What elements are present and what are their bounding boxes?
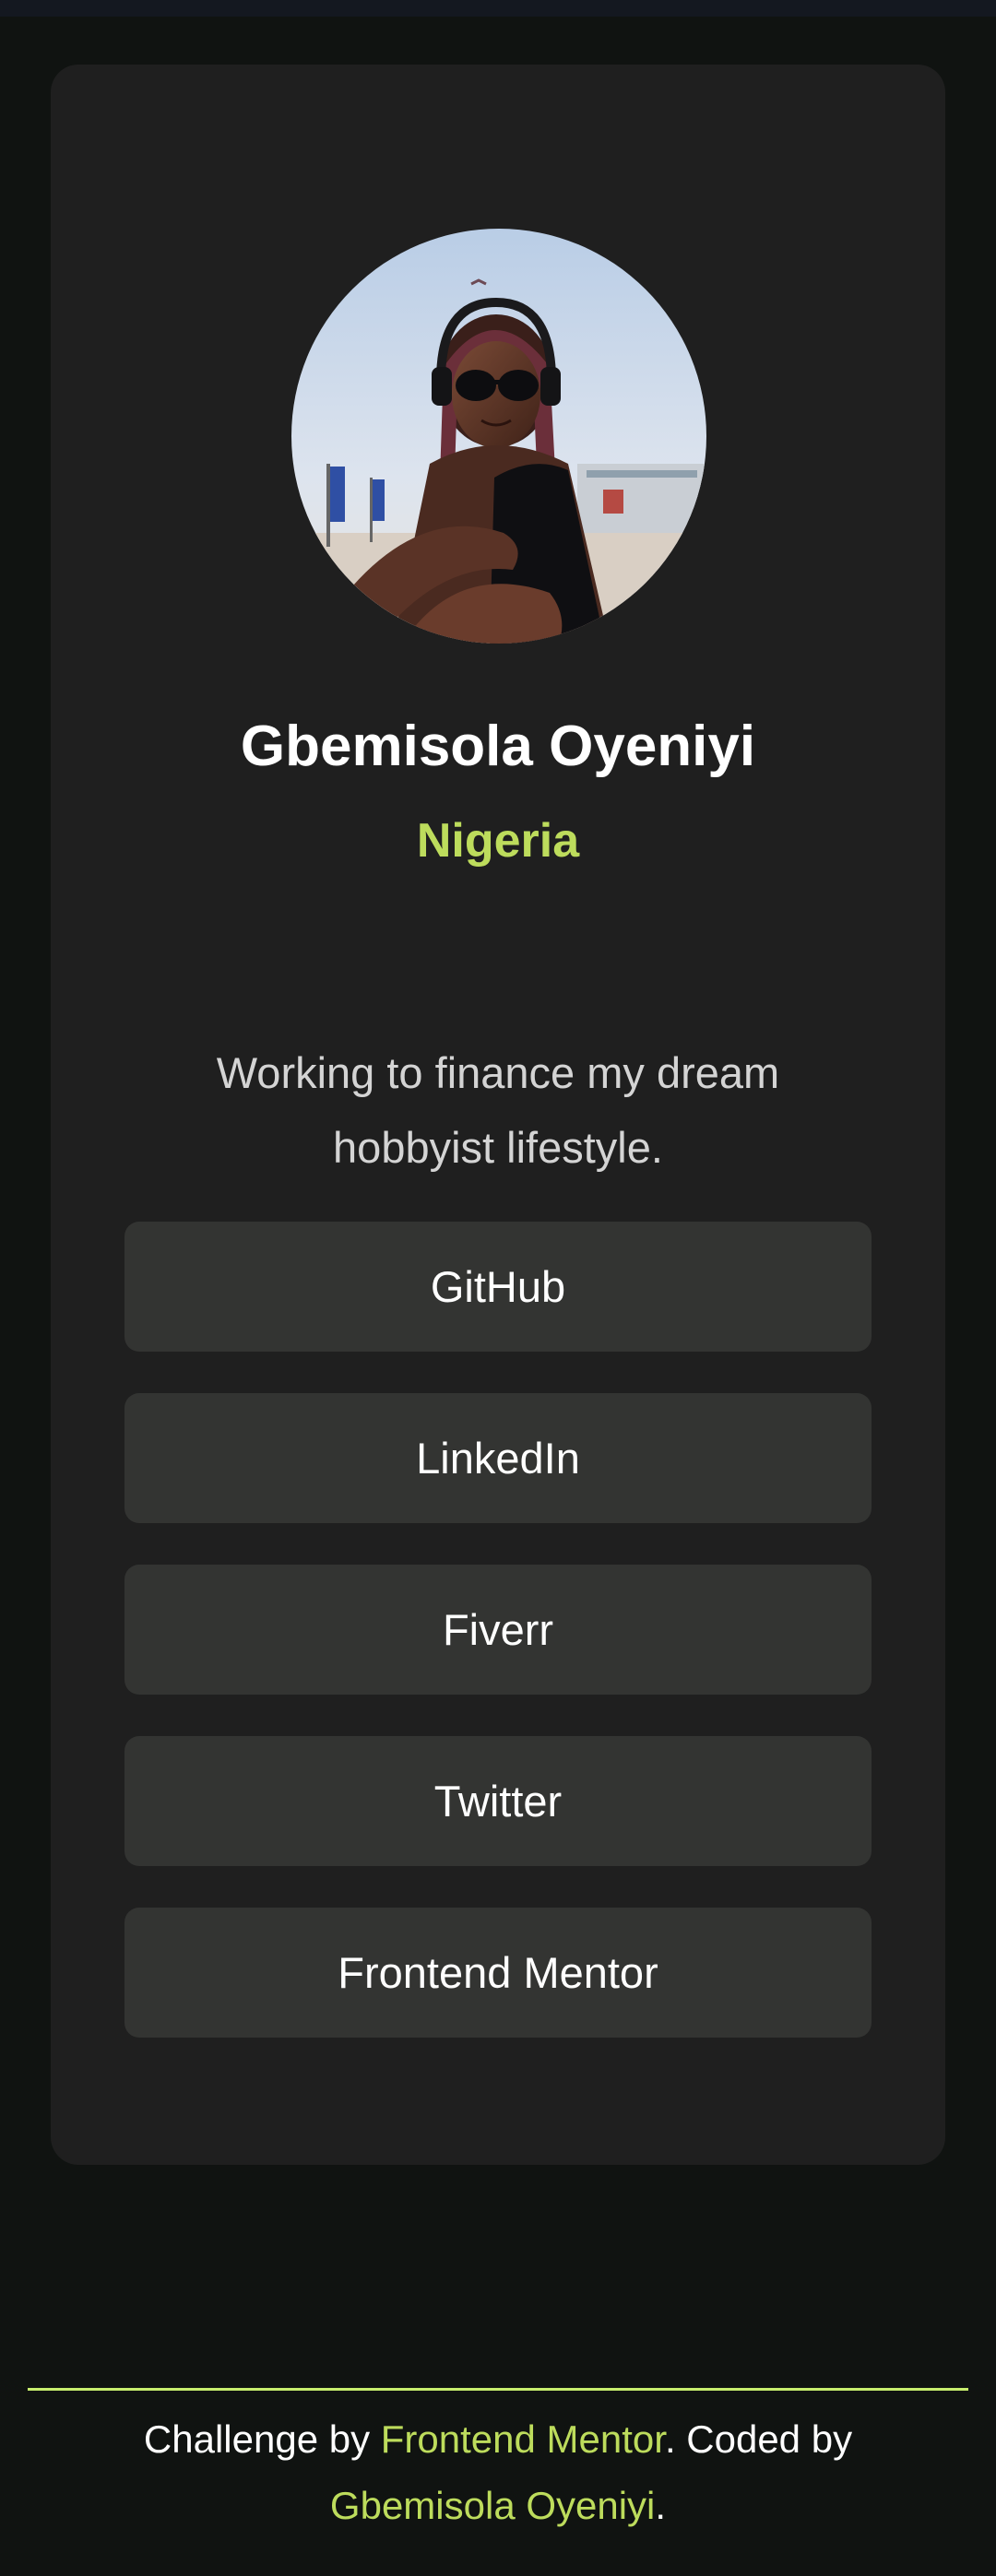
profile-photo-icon — [291, 229, 706, 644]
footer-suffix-text: . — [655, 2484, 667, 2527]
profile-avatar — [291, 229, 706, 644]
github-link-button[interactable]: GitHub — [125, 1222, 872, 1352]
attribution-footer: Challenge by Frontend Mentor. Coded by G… — [37, 2406, 959, 2539]
profile-card: Gbemisola Oyeniyi Nigeria Working to fin… — [51, 65, 945, 2165]
frontend-mentor-footer-link[interactable]: Frontend Mentor — [381, 2417, 665, 2461]
fiverr-link-button[interactable]: Fiverr — [125, 1565, 872, 1695]
list-item: GitHub — [125, 1222, 872, 1352]
linkedin-link-button[interactable]: LinkedIn — [125, 1393, 872, 1523]
footer-prefix-text: Challenge by — [143, 2417, 381, 2461]
list-item: LinkedIn — [125, 1393, 872, 1523]
list-item: Twitter — [125, 1736, 872, 1866]
frontend-mentor-link-button[interactable]: Frontend Mentor — [125, 1908, 872, 2038]
social-links-list: GitHub LinkedIn Fiverr Twitter Frontend … — [125, 1222, 872, 2079]
top-strip — [0, 0, 996, 17]
list-item: Fiverr — [125, 1565, 872, 1695]
twitter-link-button[interactable]: Twitter — [125, 1736, 872, 1866]
author-footer-link[interactable]: Gbemisola Oyeniyi — [330, 2484, 655, 2527]
profile-bio: Working to finance my dream hobbyist lif… — [216, 1048, 780, 1172]
footer-divider — [28, 2388, 968, 2391]
list-item: Frontend Mentor — [125, 1908, 872, 2038]
profile-location: Nigeria — [416, 814, 580, 868]
profile-name: Gbemisola Oyeniyi — [240, 715, 756, 778]
footer-middle-text: . Coded by — [664, 2417, 853, 2461]
